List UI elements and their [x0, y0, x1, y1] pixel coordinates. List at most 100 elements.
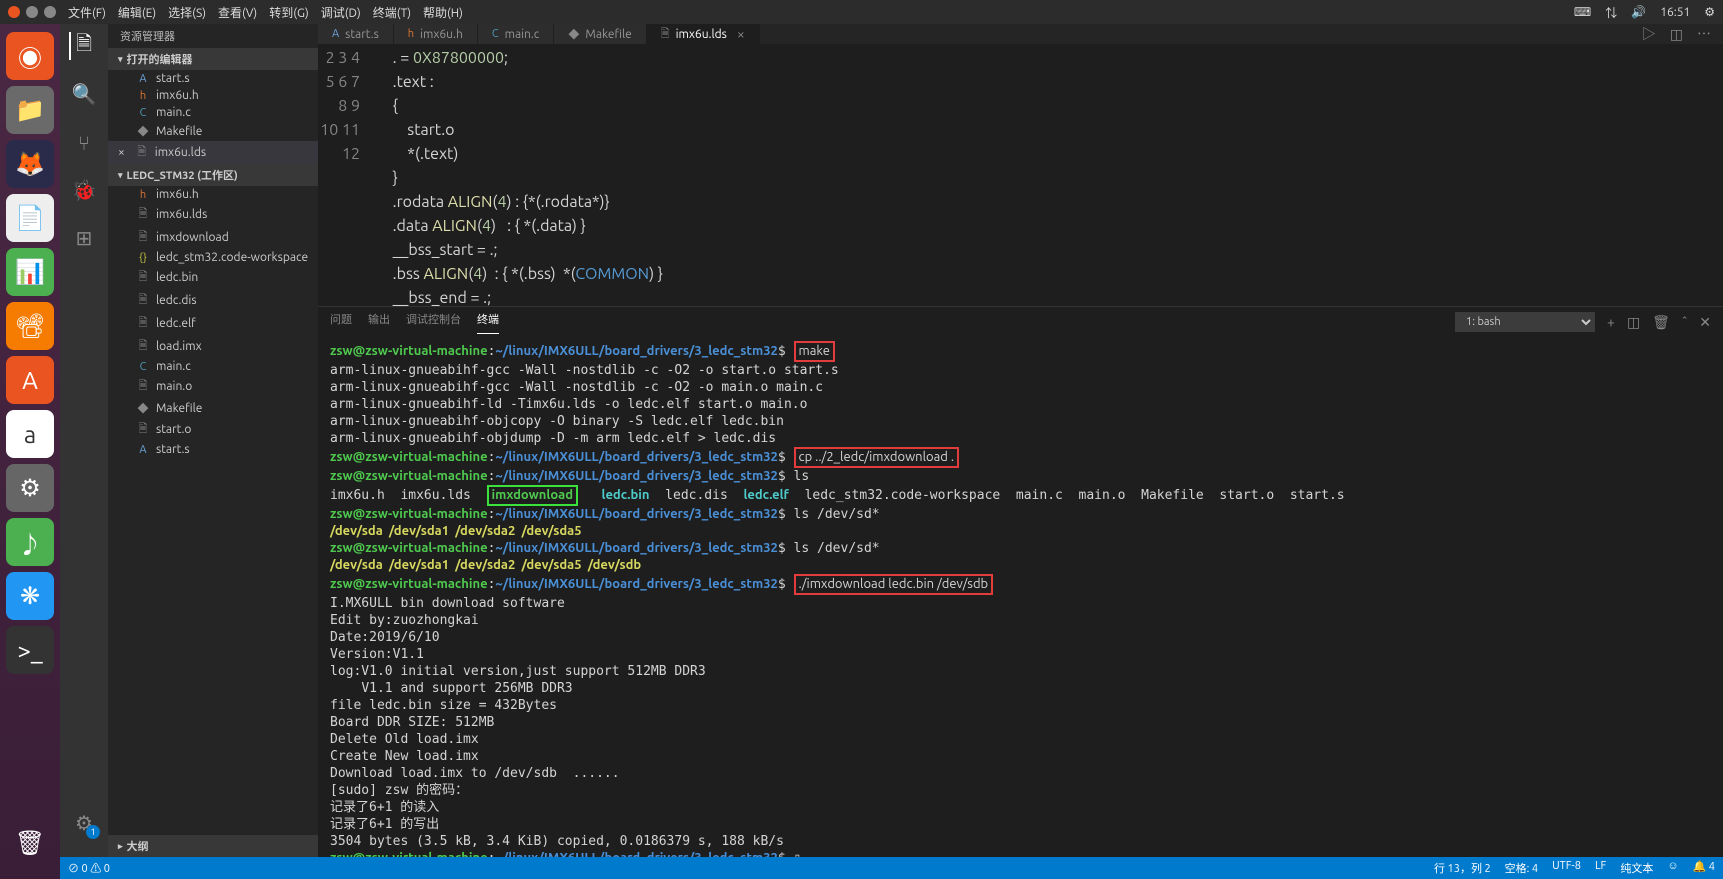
close-icon[interactable]: ×	[737, 26, 745, 42]
open-editor-item[interactable]: Cmain.c	[108, 104, 318, 121]
editor-area: Astart.shimx6u.hCmain.c◆Makefile🗎imx6u.l…	[318, 24, 1723, 857]
launcher-settings[interactable]: ⚙	[6, 464, 54, 512]
terminal-selector[interactable]: 1: bash	[1455, 312, 1595, 332]
launcher-amazon[interactable]: a	[6, 410, 54, 458]
file-label: start.o	[156, 423, 191, 436]
status-line-col[interactable]: 行 13，列 2	[1434, 860, 1491, 876]
ubuntu-top-bar: 文件(F) 编辑(E) 选择(S) 查看(V) 转到(G) 调试(D) 终端(T…	[0, 0, 1723, 24]
line-numbers: 2 3 4 5 6 7 8 9 10 11 12	[318, 44, 378, 306]
workspace-file-item[interactable]: himx6u.h	[108, 186, 318, 203]
open-editor-item[interactable]: himx6u.h	[108, 87, 318, 104]
workspace-file-item[interactable]: Astart.s	[108, 441, 318, 458]
status-encoding[interactable]: UTF-8	[1552, 860, 1581, 876]
explorer-panel: 资源管理器 ▾打开的编辑器 Astart.shimx6u.hCmain.c◆Ma…	[108, 24, 318, 857]
menu-file[interactable]: 文件(F)	[68, 4, 106, 21]
activity-settings[interactable]: ⚙1	[70, 809, 98, 837]
activity-search[interactable]: 🔍	[70, 80, 98, 108]
code-content[interactable]: . = 0X87800000; .text : { start.o *(.tex…	[378, 44, 663, 306]
panel-tab-terminal[interactable]: 终端	[477, 311, 499, 334]
panel-tab-problems[interactable]: 问题	[330, 311, 352, 333]
menu-terminal[interactable]: 终端(T)	[373, 4, 411, 21]
minimize-window-button[interactable]	[26, 6, 38, 18]
launcher-firefox[interactable]: 🦊	[6, 140, 54, 188]
new-terminal-icon[interactable]: +	[1607, 314, 1615, 330]
terminal-content[interactable]: zsw@zsw-virtual-machine:~/linux/IMX6ULL/…	[318, 337, 1723, 871]
file-icon: 🗎	[135, 143, 149, 162]
file-icon: A	[136, 73, 150, 85]
launcher-terminal[interactable]: >_	[6, 626, 54, 674]
status-feedback[interactable]: ☺	[1667, 860, 1678, 876]
editor-tab[interactable]: Astart.s	[318, 24, 394, 44]
workspace-file-item[interactable]: 🗎ledc.bin	[108, 266, 318, 289]
activity-debug[interactable]: 🐞	[70, 176, 98, 204]
trash-terminal-icon[interactable]: 🗑	[1652, 314, 1670, 331]
activity-explorer[interactable]: 🗎	[69, 32, 97, 60]
workspace-file-item[interactable]: 🗎load.imx	[108, 335, 318, 358]
editor-tab[interactable]: ◆Makefile	[554, 24, 646, 44]
status-bell[interactable]: 🔔 4	[1693, 860, 1715, 876]
more-button[interactable]: ⋯	[1697, 24, 1711, 44]
workspace-file-item[interactable]: 🗎ledc.dis	[108, 289, 318, 312]
split-button[interactable]: ◫	[1670, 26, 1683, 43]
editor-tab[interactable]: himx6u.h	[394, 24, 478, 44]
editor-tab[interactable]: Cmain.c	[478, 24, 555, 44]
maximize-window-button[interactable]	[44, 6, 56, 18]
minimap[interactable]	[1643, 44, 1723, 306]
open-editor-item[interactable]: ×🗎imx6u.lds	[108, 141, 318, 164]
menu-goto[interactable]: 转到(G)	[269, 4, 309, 21]
status-spaces[interactable]: 空格: 4	[1505, 860, 1538, 876]
launcher-impress[interactable]: 📽	[6, 302, 54, 350]
workspace-file-item[interactable]: 🗎start.o	[108, 418, 318, 441]
run-button[interactable]: ▷	[1642, 24, 1656, 44]
workspace-file-item[interactable]: Cmain.c	[108, 358, 318, 375]
network-icon[interactable]: ⇅	[1605, 4, 1617, 21]
launcher-calc[interactable]: 📊	[6, 248, 54, 296]
explorer-title: 资源管理器	[108, 24, 318, 48]
menu-view[interactable]: 查看(V)	[218, 4, 257, 21]
launcher-writer[interactable]: 📄	[6, 194, 54, 242]
outline-header[interactable]: ▸大纲	[108, 835, 318, 857]
status-lang[interactable]: 纯文本	[1620, 860, 1653, 876]
clock[interactable]: 16:51	[1660, 6, 1690, 19]
launcher-trash[interactable]: 🗑	[6, 819, 54, 867]
keyboard-icon[interactable]: ⌨	[1574, 5, 1591, 19]
status-eol[interactable]: LF	[1595, 860, 1606, 876]
workspace-file-item[interactable]: ◆Makefile	[108, 398, 318, 418]
workspace-file-item[interactable]: 🗎main.o	[108, 375, 318, 398]
status-errors[interactable]: ⊘ 0 ⚠ 0	[68, 860, 110, 876]
workspace-file-item[interactable]: {}ledc_stm32.code-workspace	[108, 249, 318, 266]
activity-git[interactable]: ⑂	[70, 128, 98, 156]
split-terminal-icon[interactable]: ◫	[1627, 314, 1640, 331]
volume-icon[interactable]: 🔊	[1631, 5, 1646, 19]
menu-debug[interactable]: 调试(D)	[321, 4, 361, 21]
panel-tab-output[interactable]: 输出	[368, 311, 390, 333]
launcher-app[interactable]: ❋	[6, 572, 54, 620]
menu-help[interactable]: 帮助(H)	[423, 4, 463, 21]
workspace-file-item[interactable]: 🗎ledc.elf	[108, 312, 318, 335]
menu-edit[interactable]: 编辑(E)	[118, 4, 156, 21]
file-icon: h	[408, 28, 414, 40]
maximize-panel-icon[interactable]: ˆ	[1682, 314, 1687, 330]
activity-extensions[interactable]: ⊞	[70, 224, 98, 252]
activity-bar: 🗎 🔍 ⑂ 🐞 ⊞ ⚙1	[60, 24, 108, 857]
launcher-software[interactable]: A	[6, 356, 54, 404]
workspace-file-item[interactable]: 🗎imxdownload	[108, 226, 318, 249]
workspace-file-item[interactable]: 🗎imx6u.lds	[108, 203, 318, 226]
launcher-music[interactable]: ♪	[6, 518, 54, 566]
launcher-ubuntu[interactable]: ◉	[6, 32, 54, 80]
workspace-header[interactable]: ▾LEDC_STM32 (工作区)	[108, 164, 318, 186]
close-window-button[interactable]	[8, 6, 20, 18]
panel-tab-debug[interactable]: 调试控制台	[406, 311, 461, 333]
code-editor[interactable]: 2 3 4 5 6 7 8 9 10 11 12 . = 0X87800000;…	[318, 44, 1723, 306]
editor-tab[interactable]: 🗎imx6u.lds×	[647, 24, 760, 44]
file-label: ledc.dis	[156, 294, 197, 307]
file-label: load.imx	[156, 340, 202, 353]
launcher-files[interactable]: 📁	[6, 86, 54, 134]
open-editor-item[interactable]: ◆Makefile	[108, 121, 318, 141]
open-editor-item[interactable]: Astart.s	[108, 70, 318, 87]
menu-select[interactable]: 选择(S)	[168, 4, 206, 21]
open-editors-header[interactable]: ▾打开的编辑器	[108, 48, 318, 70]
close-panel-icon[interactable]: ✕	[1699, 314, 1711, 331]
close-icon[interactable]: ×	[118, 146, 125, 159]
power-icon[interactable]: ⚙	[1704, 5, 1715, 19]
